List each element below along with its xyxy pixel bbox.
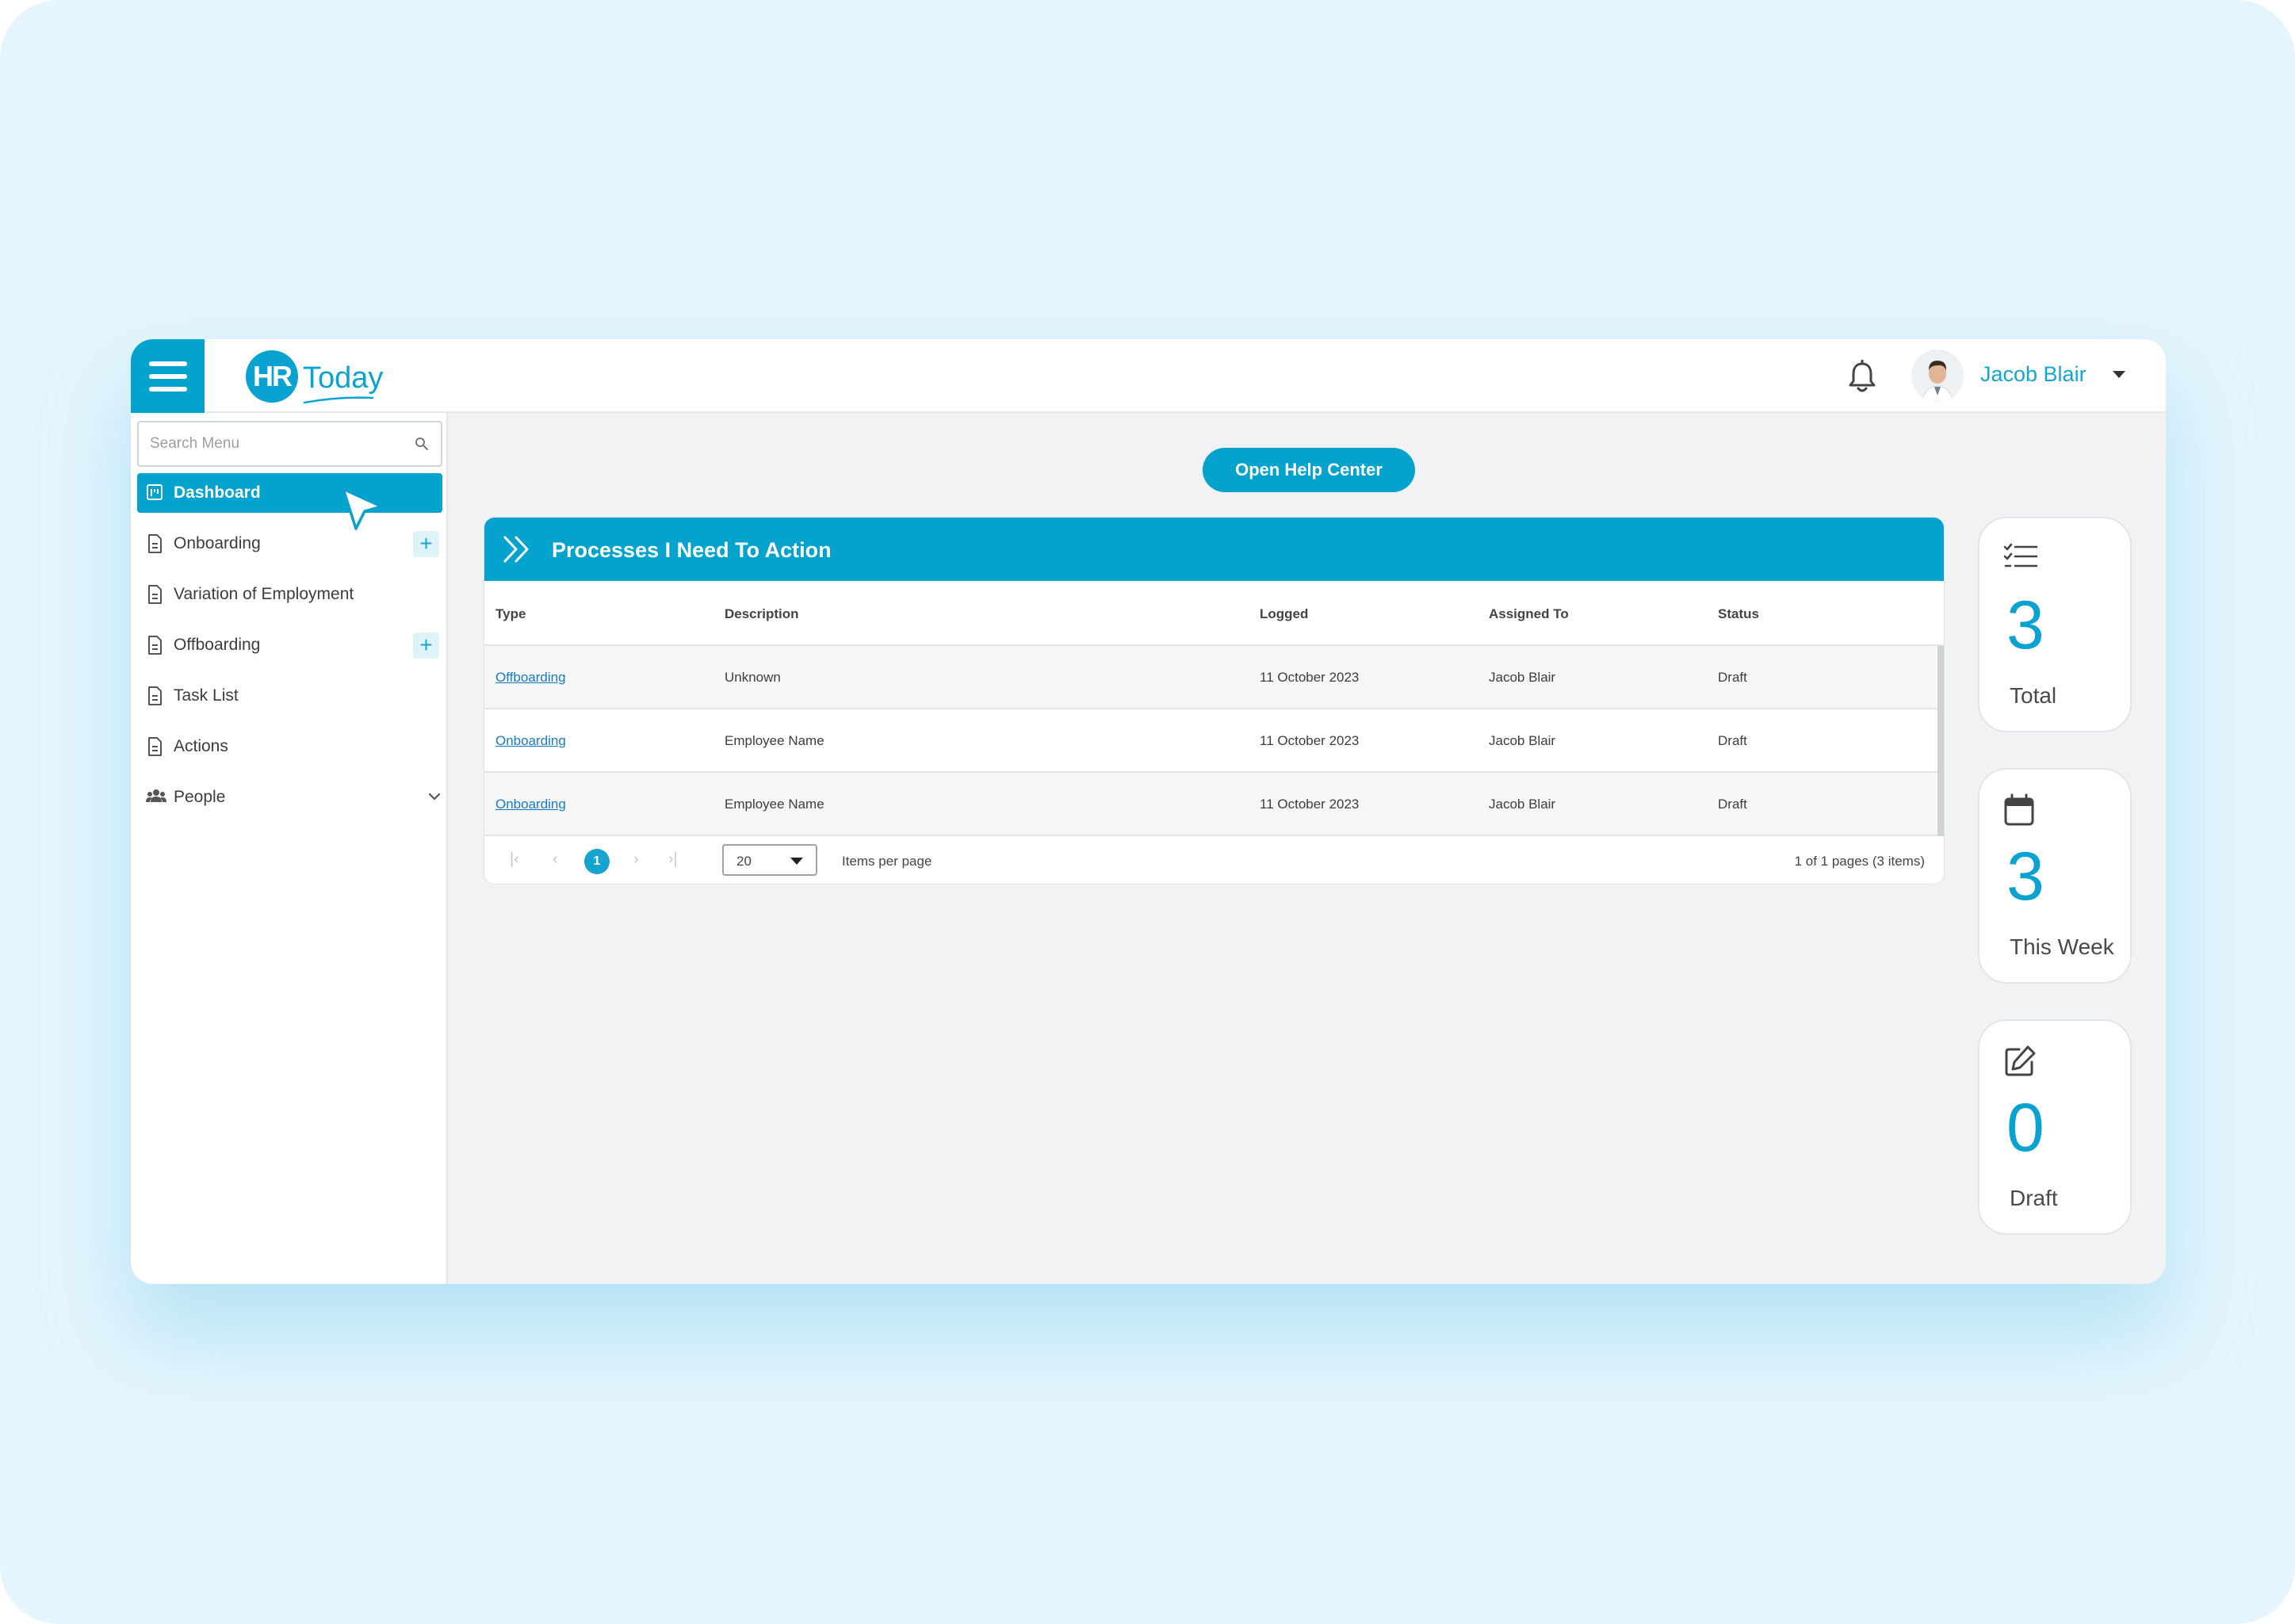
double-chevron-right-icon xyxy=(503,536,529,563)
pager: |‹ ‹ 1 › ›| 20 Items per page 1 of 1 pag… xyxy=(484,836,1944,884)
type-link[interactable]: Onboarding xyxy=(495,797,566,812)
table-row[interactable]: Offboarding Unknown 11 October 2023 Jaco… xyxy=(484,646,1937,709)
sidebar-item-dashboard[interactable]: Dashboard xyxy=(137,473,442,513)
add-onboarding-button[interactable]: + xyxy=(413,531,439,557)
sidebar-item-actions[interactable]: Actions xyxy=(137,727,442,766)
notification-bell-icon[interactable] xyxy=(1846,360,1878,395)
stat-label: Total xyxy=(2010,683,2057,708)
assigned-to-cell: Jacob Blair xyxy=(1489,670,1556,685)
sidebar-item-label: People xyxy=(174,788,226,806)
page-background: HR Today Jacob Blair Search Menu Dashboa… xyxy=(0,0,2295,1624)
stat-value: 0 xyxy=(2006,1090,2044,1166)
logo-badge: HR xyxy=(246,350,298,403)
dropdown-arrow-icon xyxy=(790,858,803,865)
description-cell: Employee Name xyxy=(725,797,824,812)
hamburger-menu-button[interactable] xyxy=(131,339,205,413)
type-link[interactable]: Offboarding xyxy=(495,670,566,686)
stat-card-total[interactable]: 3 Total xyxy=(1978,517,2132,732)
logged-cell: 11 October 2023 xyxy=(1260,797,1360,812)
logged-cell: 11 October 2023 xyxy=(1260,733,1360,748)
sidebar-item-label: Actions xyxy=(174,737,228,755)
sidebar-item-label: Offboarding xyxy=(174,636,261,654)
checklist-icon xyxy=(2003,543,2038,567)
hamburger-line xyxy=(148,373,187,379)
people-icon xyxy=(146,789,166,802)
open-help-center-button[interactable]: Open Help Center xyxy=(1203,448,1415,492)
top-bar: HR Today Jacob Blair xyxy=(131,339,2166,413)
logo-wordmark: Today xyxy=(303,361,384,395)
previous-page-icon[interactable]: ‹ xyxy=(553,850,558,869)
table-row[interactable]: Onboarding Employee Name 11 October 2023… xyxy=(484,709,1937,773)
assigned-to-cell: Jacob Blair xyxy=(1489,733,1556,748)
search-icon[interactable] xyxy=(414,436,430,452)
assigned-to-cell: Jacob Blair xyxy=(1489,797,1556,812)
status-cell: Draft xyxy=(1718,797,1747,812)
column-header-logged[interactable]: Logged xyxy=(1260,606,1308,622)
edit-icon xyxy=(2005,1045,2036,1076)
stat-label: Draft xyxy=(2010,1186,2058,1210)
sidebar-item-task-list[interactable]: Task List xyxy=(137,676,442,716)
sidebar-item-label: Variation of Employment xyxy=(174,585,354,603)
document-icon xyxy=(148,534,162,553)
document-icon xyxy=(148,636,162,655)
panel-header: Processes I Need To Action xyxy=(484,518,1944,581)
user-menu-caret-icon[interactable] xyxy=(2113,371,2125,378)
page-number-current[interactable]: 1 xyxy=(584,849,610,874)
logo-swoosh-icon xyxy=(303,396,374,404)
column-header-status[interactable]: Status xyxy=(1718,606,1759,622)
description-cell: Unknown xyxy=(725,670,781,685)
description-cell: Employee Name xyxy=(725,733,824,748)
items-per-page-label: Items per page xyxy=(842,854,932,869)
document-icon xyxy=(148,737,162,756)
status-cell: Draft xyxy=(1718,670,1747,685)
items-per-page-value: 20 xyxy=(736,854,752,869)
sidebar-item-people[interactable]: People xyxy=(137,778,442,817)
dashboard-icon xyxy=(147,484,163,500)
hamburger-line xyxy=(148,361,187,366)
first-page-icon[interactable]: |‹ xyxy=(510,850,519,869)
table-header: Type Description Logged Assigned To Stat… xyxy=(484,581,1944,646)
items-per-page-select[interactable]: 20 xyxy=(722,844,817,876)
user-name[interactable]: Jacob Blair xyxy=(1980,362,2087,387)
user-avatar[interactable] xyxy=(1911,350,1964,402)
sidebar-item-variation-of-employment[interactable]: Variation of Employment xyxy=(137,575,442,614)
hr-today-logo[interactable]: HR Today xyxy=(246,350,384,404)
column-header-description[interactable]: Description xyxy=(725,606,799,622)
sidebar-item-label: Task List xyxy=(174,686,239,705)
search-menu xyxy=(137,421,442,467)
panel-title: Processes I Need To Action xyxy=(552,538,832,562)
stat-value: 3 xyxy=(2006,839,2044,915)
column-header-type[interactable]: Type xyxy=(495,606,526,622)
document-icon xyxy=(148,585,162,604)
chevron-down-icon[interactable] xyxy=(427,792,442,801)
search-input[interactable] xyxy=(139,422,392,465)
sidebar-item-onboarding[interactable]: Onboarding + xyxy=(137,524,442,564)
sidebar-item-label: Onboarding xyxy=(174,534,261,552)
table-row[interactable]: Onboarding Employee Name 11 October 2023… xyxy=(484,773,1937,836)
table-scrollbar[interactable] xyxy=(1937,646,1944,836)
pager-info: 1 of 1 pages (3 items) xyxy=(1794,854,1925,869)
stat-card-this-week[interactable]: 3 This Week xyxy=(1978,768,2132,984)
next-page-icon[interactable]: › xyxy=(633,850,639,869)
status-cell: Draft xyxy=(1718,733,1747,748)
calendar-icon xyxy=(2004,793,2034,826)
sidebar-item-offboarding[interactable]: Offboarding + xyxy=(137,625,442,665)
processes-panel: Processes I Need To Action Type Descript… xyxy=(484,517,1945,885)
add-offboarding-button[interactable]: + xyxy=(413,632,439,659)
column-header-assigned-to[interactable]: Assigned To xyxy=(1489,606,1569,622)
user-photo-icon xyxy=(1911,350,1964,402)
document-icon xyxy=(148,686,162,705)
app-window: HR Today Jacob Blair Search Menu Dashboa… xyxy=(131,339,2166,1284)
stat-card-draft[interactable]: 0 Draft xyxy=(1978,1019,2132,1235)
mouse-cursor-icon xyxy=(342,487,383,530)
last-page-icon[interactable]: ›| xyxy=(668,850,678,869)
stat-label: This Week xyxy=(2010,934,2114,959)
stat-value: 3 xyxy=(2006,587,2044,663)
logged-cell: 11 October 2023 xyxy=(1260,670,1360,685)
sidebar: Dashboard Onboarding + Variation of Empl… xyxy=(131,413,448,1284)
hamburger-line xyxy=(148,386,187,392)
sidebar-item-label: Dashboard xyxy=(174,483,261,502)
type-link[interactable]: Onboarding xyxy=(495,733,566,749)
